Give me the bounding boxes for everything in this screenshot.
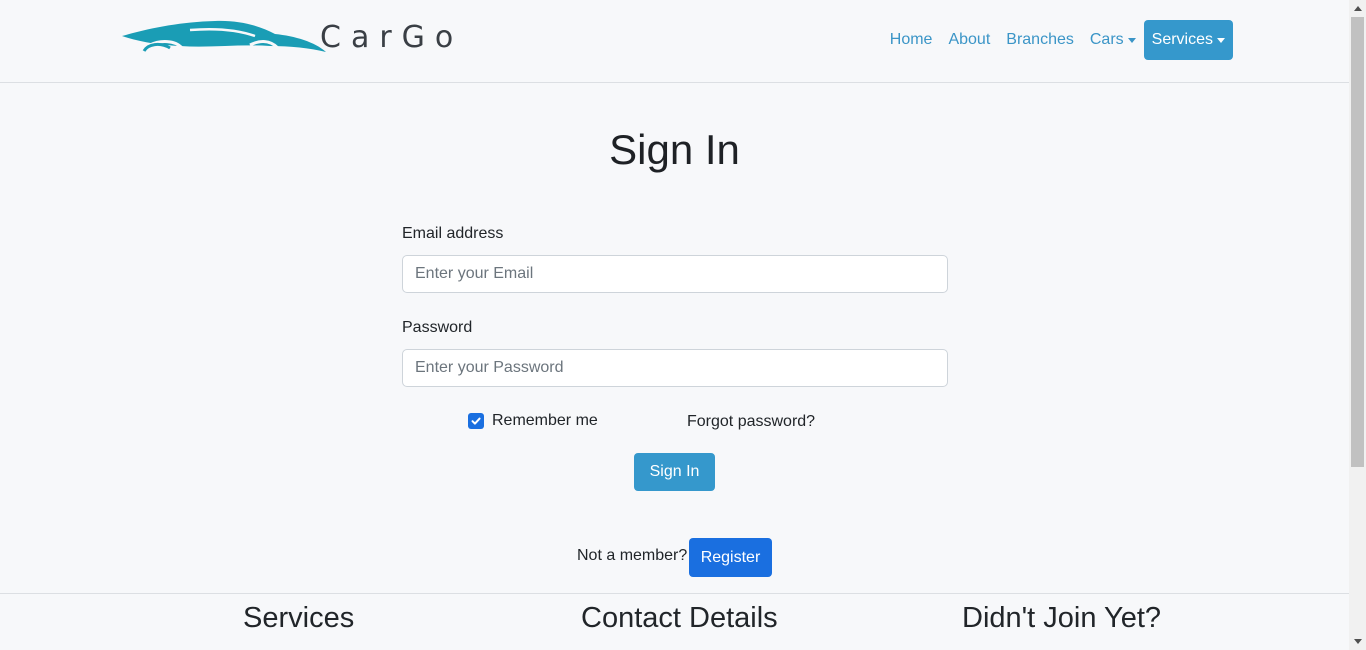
scroll-down-icon[interactable] — [1349, 633, 1366, 650]
main-nav: Home About Branches Cars Services — [882, 20, 1233, 60]
scrollbar-thumb[interactable] — [1351, 17, 1364, 467]
password-field[interactable] — [402, 349, 948, 387]
brand-logo[interactable]: CarGo — [120, 18, 465, 58]
not-member-text: Not a member? — [577, 547, 688, 564]
email-field[interactable] — [402, 255, 948, 293]
caret-down-icon — [1127, 37, 1136, 43]
vertical-scrollbar[interactable] — [1349, 0, 1366, 650]
caret-down-icon — [1217, 37, 1225, 43]
remember-me-label: Remember me — [492, 412, 598, 429]
nav-services-dropdown[interactable]: Services — [1143, 20, 1233, 60]
navbar: CarGo Home About Branches Cars Services — [0, 0, 1349, 83]
forgot-password-link[interactable]: Forgot password? — [687, 413, 815, 431]
scroll-up-icon[interactable] — [1349, 0, 1366, 17]
brand-name: CarGo — [320, 20, 464, 55]
page-title: Sign In — [609, 126, 740, 173]
footer: Services Contact Details Didn't Join Yet… — [0, 593, 1349, 650]
nav-about[interactable]: About — [940, 31, 998, 49]
nav-branches[interactable]: Branches — [998, 31, 1082, 49]
password-label: Password — [402, 319, 473, 336]
sign-in-button[interactable]: Sign In — [634, 453, 715, 491]
register-button[interactable]: Register — [689, 538, 772, 577]
footer-services-title: Services — [243, 602, 355, 634]
nav-home[interactable]: Home — [882, 31, 941, 49]
footer-contact-title: Contact Details — [581, 602, 778, 634]
nav-cars-label: Cars — [1089, 31, 1124, 48]
nav-cars-dropdown[interactable]: Cars — [1082, 31, 1144, 49]
car-silhouette-icon — [122, 20, 326, 52]
footer-join-title: Didn't Join Yet? — [962, 602, 1162, 634]
email-label: Email address — [402, 225, 504, 242]
nav-services-label: Services — [1151, 31, 1213, 48]
checkbox-checked-icon — [468, 413, 484, 429]
remember-me-checkbox[interactable]: Remember me — [468, 412, 598, 430]
